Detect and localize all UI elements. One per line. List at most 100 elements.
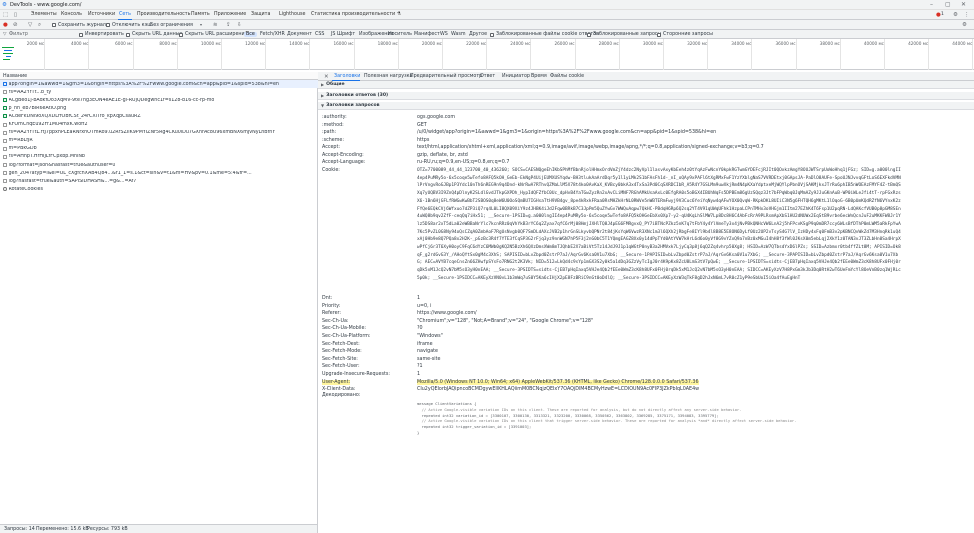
request-row[interactable]: ACgBeo1j-bAdkfDo3XqMV-9te7ng3EON4eAE1E-g… — [0, 96, 318, 104]
request-row[interactable]: rs=AA2YrTt...b_ty — [0, 88, 318, 96]
header-name: :path: — [322, 130, 337, 135]
header-name: Upgrade-Insecure-Requests: — [322, 372, 390, 377]
tab-6[interactable]: Приложение — [214, 12, 246, 17]
header-name: User-Agent: — [322, 379, 351, 385]
network-conditions-icon[interactable]: ≋ — [213, 22, 218, 28]
request-name: log?hasfast=true&auth=SAPISIDHASH&...=g&… — [8, 178, 137, 184]
disable-cache-checkbox[interactable] — [106, 23, 110, 27]
tab-4[interactable]: Производительность — [137, 12, 190, 17]
hide-extension-urls-checkbox[interactable] — [179, 32, 183, 37]
blocked-cookies-checkbox[interactable] — [490, 32, 494, 37]
type-filter-0[interactable]: Все — [244, 31, 257, 37]
preserve-log-label: Сохранить журнал — [58, 22, 106, 28]
header-value: "Windows" — [417, 334, 443, 339]
blocked-requests-checkbox[interactable] — [587, 32, 591, 37]
request-row[interactable]: m=RbLfJR — [0, 137, 318, 145]
close-icon[interactable]: ✕ — [961, 1, 966, 8]
detail-tab-1[interactable]: Полезная нагрузка — [364, 74, 412, 79]
third-party-checkbox[interactable] — [657, 32, 661, 37]
tab-5[interactable]: Память — [191, 12, 210, 17]
minimize-icon[interactable]: – — [930, 1, 933, 8]
xhr-icon — [3, 163, 7, 167]
header-name: Priority: — [322, 303, 341, 309]
import-har-icon[interactable]: ⇪ — [226, 22, 231, 28]
detail-tab-3[interactable]: Ответ — [480, 74, 495, 79]
type-filter-1[interactable]: Fetch/XHR — [258, 32, 287, 38]
hide-data-urls-checkbox[interactable] — [126, 32, 130, 37]
type-filter-2[interactable]: Документ — [285, 32, 314, 38]
close-details-icon[interactable]: ✕ — [324, 74, 329, 80]
header-value: iframe — [417, 341, 433, 347]
request-row[interactable]: p_hn_eb7BIR6eAtIO.png — [0, 104, 318, 112]
code-line: // Active Google-visible variation IDs o… — [417, 406, 742, 412]
headers-panel: ▶ Общие ▶ Заголовки ответов (30) ▼ Загол… — [318, 81, 974, 533]
filter-icon[interactable]: ▽ — [28, 22, 32, 28]
window-titlebar: ⚙ DevTools - www.google.com/ – ▢ ✕ — [0, 0, 974, 10]
tab-9[interactable]: Статистика производительности ⚗ — [311, 12, 401, 17]
timeline-bar — [3, 59, 10, 61]
request-row[interactable]: app?origin=1&awwd=1&gm3=1&origin=https%3… — [0, 80, 318, 88]
timeline-overview[interactable]: 2000 мс 4000 мс 6000 мс 8000 мс 10000 мс 1200… — [0, 39, 974, 70]
detail-tab-0[interactable]: Заголовки — [334, 74, 360, 79]
image-icon — [3, 114, 7, 119]
tab-7[interactable]: Защита — [251, 12, 270, 17]
type-filter-11[interactable]: Другое — [467, 32, 489, 38]
expand-icon: ▶ — [321, 82, 325, 87]
request-row[interactable]: KFOmCnqEu92Fr1Mu4mxK.woff2 — [0, 121, 318, 129]
tab-0[interactable]: Элементы — [31, 12, 57, 17]
header-name: Accept: — [322, 145, 340, 150]
section-title: Заголовки ответов (30) — [326, 93, 389, 98]
tab-2[interactable]: Источники — [88, 12, 115, 17]
tab-3[interactable]: Сеть — [119, 12, 131, 17]
header-name: Sec-Ch-Ua-Mobile: — [322, 326, 367, 332]
filter-input[interactable]: Фильтр — [9, 32, 28, 37]
header-value: ogs.google.com — [417, 115, 456, 120]
filter-icon: ▽ — [3, 31, 7, 37]
request-row[interactable]: RotateCookies — [0, 185, 318, 193]
name-column-header[interactable]: Название — [3, 74, 27, 79]
detail-tab-5[interactable]: Время — [531, 74, 547, 79]
type-filter-7[interactable]: Носитель — [386, 32, 414, 38]
detail-tab-4[interactable]: Инициатор — [502, 74, 530, 79]
network-settings-icon[interactable]: ⚙ — [962, 22, 967, 28]
clear-icon[interactable]: ⊘ — [13, 22, 18, 28]
more-options-icon[interactable]: ⋮ — [964, 12, 970, 18]
type-filter-10[interactable]: Wasm — [449, 32, 468, 38]
response-headers-section[interactable]: ▶ Заголовки ответов (30) — [318, 92, 974, 100]
chevron-down-icon[interactable]: ▾ — [200, 22, 202, 28]
header-value: https://www.google.com/ — [417, 311, 477, 317]
tab-8[interactable]: Lighthouse — [279, 12, 305, 17]
request-headers-section[interactable]: ▼ Заголовки запросов — [318, 102, 974, 110]
detail-tab-6[interactable]: Файлы cookie — [550, 74, 584, 79]
throttling-select[interactable]: Без ограничения — [150, 23, 193, 28]
search-icon[interactable]: ⌕ — [38, 22, 41, 28]
detail-tab-2[interactable]: Предварительный просмотр — [410, 74, 482, 79]
invert-checkbox[interactable] — [79, 32, 83, 37]
device-toolbar-icon[interactable]: ▯ — [14, 12, 17, 18]
type-filter-3[interactable]: CSS — [313, 32, 326, 38]
request-row[interactable]: log?format=json&hasfast=true&authuser=0 — [0, 161, 318, 169]
record-icon[interactable]: ● — [3, 22, 8, 28]
type-filter-5[interactable]: Шрифт — [335, 32, 357, 38]
request-row[interactable]: ACdeFkDNi9oXQXDLrfOBfCSt_24rCXiTfo_kpXqp… — [0, 112, 318, 120]
header-name: :scheme: — [322, 137, 344, 143]
header-value: navigate — [417, 349, 438, 355]
general-section[interactable]: ▶ Общие — [318, 81, 974, 89]
inspect-element-icon[interactable]: ⬚ — [3, 12, 8, 18]
code-line: } — [417, 429, 420, 435]
request-row[interactable]: rs=AHhpT.HrHIJLfFCpxbp.MhiNb — [0, 153, 318, 161]
request-row[interactable]: m=PBkGDb — [0, 145, 318, 153]
tab-1[interactable]: Консоль — [61, 12, 82, 17]
request-row[interactable]: log?hasfast=true&auth=SAPISIDHASH&...=g&… — [0, 177, 318, 185]
settings-gear-icon[interactable]: ⚙ — [953, 12, 958, 18]
request-list-header[interactable]: Название — [0, 72, 318, 80]
blocked-cookies-label: Заблокированные файлы cookie ответов — [496, 32, 599, 37]
request-row[interactable]: gen_204?atyp=i&ei=UL_cXgfcnXAB4Q84...&r1… — [0, 169, 318, 177]
request-name: rs=AA2YrTt...b_ty — [8, 89, 52, 95]
header-name: Accept-Language: — [322, 160, 366, 165]
request-row[interactable]: rs=AA2YrTtL.rtJ7ppxnPLEaRNrxhOTmRo9.u2Rr… — [0, 129, 318, 137]
maximize-icon[interactable]: ▢ — [945, 1, 951, 8]
header-value: text/html,application/xhtml+xml,applicat… — [417, 145, 764, 150]
preserve-log-checkbox[interactable] — [52, 23, 56, 27]
export-har-icon[interactable]: ⇩ — [237, 22, 242, 28]
